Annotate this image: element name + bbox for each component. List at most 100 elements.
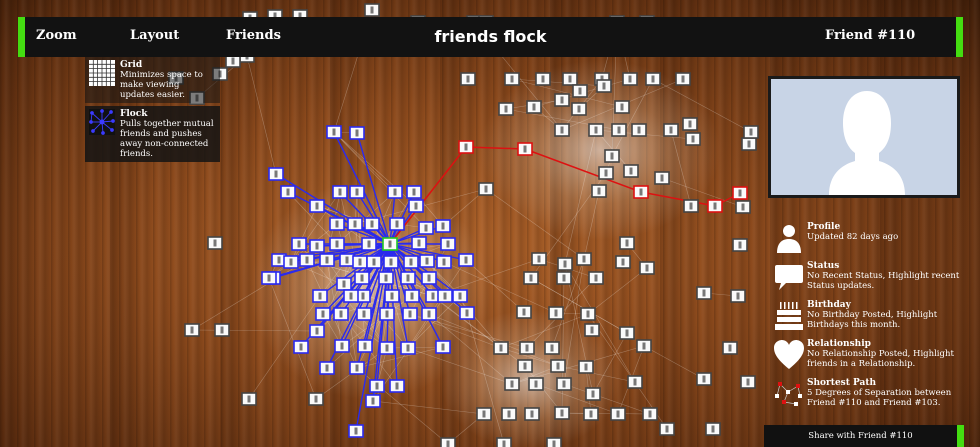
mutual-friend-node[interactable] bbox=[312, 289, 328, 303]
layout-menu[interactable]: Layout bbox=[130, 28, 179, 43]
friend-node[interactable] bbox=[588, 271, 604, 285]
mutual-friend-node[interactable] bbox=[421, 271, 437, 285]
friend-node[interactable] bbox=[584, 323, 600, 337]
friend-node[interactable] bbox=[501, 407, 517, 421]
friend-node[interactable] bbox=[614, 100, 630, 114]
mutual-friend-node[interactable] bbox=[343, 289, 359, 303]
friend-node[interactable] bbox=[523, 271, 539, 285]
mutual-friend-node[interactable] bbox=[366, 255, 382, 269]
friend-node[interactable] bbox=[622, 72, 638, 86]
friend-node[interactable] bbox=[659, 422, 675, 436]
mutual-friend-node[interactable] bbox=[403, 255, 419, 269]
mutual-friend-node[interactable] bbox=[309, 239, 325, 253]
mutual-friend-node[interactable] bbox=[356, 307, 372, 321]
mutual-friend-node[interactable] bbox=[283, 255, 299, 269]
mutual-friend-node[interactable] bbox=[348, 424, 364, 438]
friend-node[interactable] bbox=[241, 392, 257, 406]
friend-node[interactable] bbox=[732, 238, 748, 252]
mutual-friend-node[interactable] bbox=[402, 307, 418, 321]
mutual-friend-node[interactable] bbox=[349, 185, 365, 199]
friend-node[interactable] bbox=[604, 149, 620, 163]
friend-node[interactable] bbox=[554, 93, 570, 107]
friend-node[interactable] bbox=[528, 377, 544, 391]
friend-node[interactable] bbox=[722, 341, 738, 355]
mutual-friend-node[interactable] bbox=[268, 167, 284, 181]
mutual-friend-node[interactable] bbox=[319, 253, 335, 267]
mutual-friend-node[interactable] bbox=[261, 271, 277, 285]
selected-friend-label[interactable]: Friend #110 bbox=[825, 28, 915, 43]
friend-node[interactable] bbox=[642, 407, 658, 421]
mutual-friend-node[interactable] bbox=[379, 307, 395, 321]
mutual-friend-node[interactable] bbox=[354, 271, 370, 285]
mutual-friend-node[interactable] bbox=[411, 236, 427, 250]
mutual-friend-node[interactable] bbox=[435, 340, 451, 354]
friend-node[interactable] bbox=[615, 255, 631, 269]
mutual-friend-node[interactable] bbox=[299, 253, 315, 267]
friend-node[interactable] bbox=[493, 341, 509, 355]
friend-node[interactable] bbox=[705, 422, 721, 436]
friend-node[interactable] bbox=[207, 236, 223, 250]
friend-node[interactable] bbox=[531, 252, 547, 266]
friend-node[interactable] bbox=[663, 123, 679, 137]
mutual-friend-node[interactable] bbox=[365, 394, 381, 408]
path-friend-node[interactable] bbox=[732, 186, 748, 200]
mutual-friend-node[interactable] bbox=[329, 237, 345, 251]
mutual-friend-node[interactable] bbox=[404, 289, 420, 303]
mutual-friend-node[interactable] bbox=[339, 253, 355, 267]
friend-node[interactable] bbox=[184, 323, 200, 337]
mutual-friend-node[interactable] bbox=[389, 217, 405, 231]
friend-node[interactable] bbox=[571, 102, 587, 116]
friend-node[interactable] bbox=[583, 407, 599, 421]
mutual-friend-node[interactable] bbox=[458, 253, 474, 267]
friend-node[interactable] bbox=[548, 306, 564, 320]
friend-node[interactable] bbox=[741, 137, 757, 151]
friend-node[interactable] bbox=[631, 123, 647, 137]
mutual-friend-node[interactable] bbox=[379, 341, 395, 355]
mutual-friend-node[interactable] bbox=[347, 217, 363, 231]
mutual-friend-node[interactable] bbox=[440, 237, 456, 251]
mutual-friend-node[interactable] bbox=[349, 361, 365, 375]
friend-node[interactable] bbox=[619, 236, 635, 250]
mutual-friend-node[interactable] bbox=[319, 361, 335, 375]
mutual-friend-node[interactable] bbox=[334, 339, 350, 353]
friend-node[interactable] bbox=[623, 164, 639, 178]
friend-node[interactable] bbox=[735, 200, 751, 214]
zoom-menu[interactable]: Zoom bbox=[36, 28, 77, 43]
mutual-friend-node[interactable] bbox=[369, 379, 385, 393]
info-profile[interactable]: Profile Updated 82 days ago bbox=[774, 222, 980, 256]
friend-node[interactable] bbox=[308, 392, 324, 406]
mutual-friend-node[interactable] bbox=[332, 185, 348, 199]
friend-node[interactable] bbox=[478, 182, 494, 196]
path-friend-node[interactable] bbox=[517, 142, 533, 156]
friend-node[interactable] bbox=[576, 252, 592, 266]
friend-node[interactable] bbox=[496, 437, 512, 447]
friend-node[interactable] bbox=[524, 407, 540, 421]
friend-node[interactable] bbox=[556, 271, 572, 285]
mutual-friend-node[interactable] bbox=[421, 307, 437, 321]
mutual-friend-node[interactable] bbox=[419, 254, 435, 268]
mutual-friend-node[interactable] bbox=[293, 340, 309, 354]
friend-node[interactable] bbox=[544, 341, 560, 355]
friend-node[interactable] bbox=[498, 102, 514, 116]
friend-node[interactable] bbox=[639, 261, 655, 275]
friend-node[interactable] bbox=[516, 305, 532, 319]
friend-node[interactable] bbox=[730, 289, 746, 303]
friend-node[interactable] bbox=[645, 72, 661, 86]
share-button[interactable]: Share with Friend #110 bbox=[764, 425, 964, 447]
friend-node[interactable] bbox=[460, 72, 476, 86]
mutual-friend-node[interactable] bbox=[400, 341, 416, 355]
mutual-friend-node[interactable] bbox=[280, 185, 296, 199]
mutual-friend-node[interactable] bbox=[435, 219, 451, 233]
friend-node[interactable] bbox=[562, 72, 578, 86]
path-friend-node[interactable] bbox=[633, 185, 649, 199]
friend-node[interactable] bbox=[619, 326, 635, 340]
friend-node[interactable] bbox=[627, 375, 643, 389]
friend-node[interactable] bbox=[598, 166, 614, 180]
layout-option-flock[interactable]: Flock Pulls together mutual friends and p… bbox=[85, 106, 220, 162]
friend-node[interactable] bbox=[696, 286, 712, 300]
friend-node[interactable] bbox=[504, 377, 520, 391]
mutual-friend-node[interactable] bbox=[329, 217, 345, 231]
friend-node[interactable] bbox=[440, 437, 456, 447]
friend-node[interactable] bbox=[554, 406, 570, 420]
path-friend-node[interactable] bbox=[458, 140, 474, 154]
